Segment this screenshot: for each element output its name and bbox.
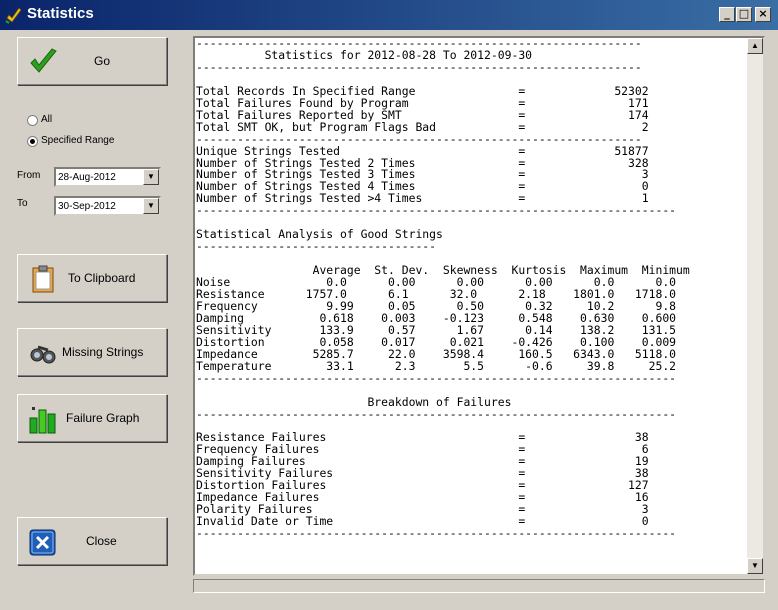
to-date-value: 30-Sep-2012: [58, 201, 116, 212]
to-clipboard-button[interactable]: To Clipboard: [17, 254, 167, 302]
close-label: Close: [86, 534, 117, 548]
bar-chart-icon: [29, 407, 56, 434]
specified-range-radio[interactable]: [27, 136, 38, 147]
go-button[interactable]: Go: [17, 37, 167, 85]
statistics-report[interactable]: ----------------------------------------…: [193, 36, 765, 576]
clipboard-icon: [32, 265, 54, 293]
scroll-up-button[interactable]: ▲: [747, 38, 763, 54]
minimize-button[interactable]: _: [719, 7, 735, 22]
go-label: Go: [94, 54, 111, 68]
report-line: ----------------------------------------…: [196, 59, 642, 74]
scroll-down-button[interactable]: ▼: [747, 558, 763, 574]
window-title: Statistics: [27, 5, 94, 22]
missing-strings-label: Missing Strings: [62, 345, 144, 359]
failure-graph-button[interactable]: Failure Graph: [17, 394, 167, 442]
app-icon: [5, 7, 22, 24]
report-line: ----------------------------------------…: [196, 370, 677, 385]
to-date-select[interactable]: 30-Sep-2012 ▼: [54, 196, 161, 216]
to-clipboard-label: To Clipboard: [68, 271, 136, 285]
close-window-button[interactable]: ×: [755, 7, 771, 22]
close-icon: [29, 529, 56, 556]
report-line: ----------------------------------------…: [196, 203, 677, 218]
checkmark-icon: [30, 48, 57, 73]
report-line: ----------------------------------------…: [196, 406, 677, 421]
status-bar: [193, 579, 765, 593]
from-label: From: [17, 170, 41, 181]
missing-strings-button[interactable]: Missing Strings: [17, 328, 167, 376]
close-button[interactable]: Close: [17, 517, 167, 565]
vertical-scrollbar[interactable]: ▲ ▼: [747, 38, 763, 574]
report-line: ----------------------------------------…: [196, 526, 677, 541]
specified-range-label: Specified Range: [41, 135, 115, 146]
chevron-down-icon[interactable]: ▼: [143, 169, 159, 185]
from-date-value: 28-Aug-2012: [58, 172, 116, 183]
report-text: ----------------------------------------…: [195, 38, 763, 540]
to-label: To: [17, 198, 28, 209]
chevron-down-icon[interactable]: ▼: [143, 198, 159, 214]
failure-graph-label: Failure Graph: [66, 411, 140, 425]
maximize-button[interactable]: □: [736, 7, 752, 22]
title-bar: Statistics _ □ ×: [0, 0, 778, 30]
from-date-select[interactable]: 28-Aug-2012 ▼: [54, 167, 161, 187]
report-line: -----------------------------------: [196, 239, 437, 254]
binoculars-icon: [30, 345, 56, 364]
all-radio-label: All: [41, 114, 53, 125]
all-radio[interactable]: [27, 115, 38, 126]
